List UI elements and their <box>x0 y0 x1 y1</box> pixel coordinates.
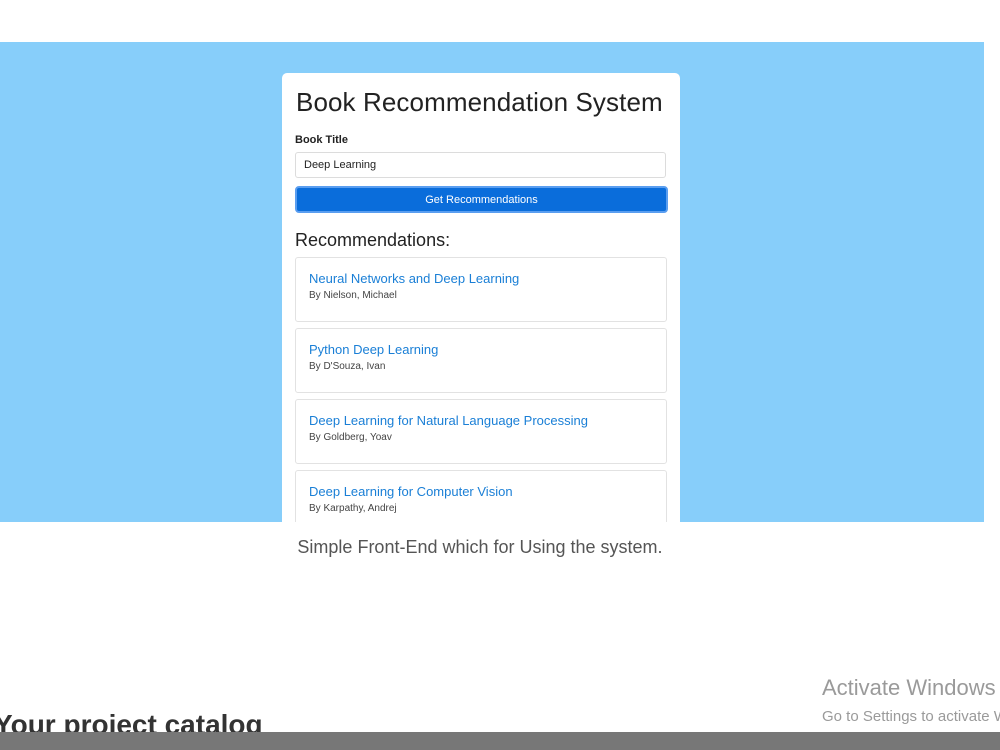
recommendation-author: By Goldberg, Yoav <box>309 432 392 443</box>
bottom-bar <box>0 732 1000 750</box>
recommendation-item: Deep Learning for Computer Vision By Kar… <box>295 470 667 522</box>
app-card: Book Recommendation System Book Title Ge… <box>282 73 680 522</box>
recommendation-title-link[interactable]: Neural Networks and Deep Learning <box>309 271 653 287</box>
recommendation-item: Python Deep Learning By D'Souza, Ivan <box>295 328 667 393</box>
recommendations-heading: Recommendations: <box>295 230 451 250</box>
watermark-subtitle: Go to Settings to activate Windows. <box>822 708 1000 725</box>
recommendation-title-link[interactable]: Python Deep Learning <box>309 342 653 358</box>
book-title-label: Book Title <box>295 134 348 146</box>
recommendation-title-link[interactable]: Deep Learning for Natural Language Proce… <box>309 413 653 429</box>
recommendation-item: Neural Networks and Deep Learning By Nie… <box>295 257 667 322</box>
screenshot-frame: Book Recommendation System Book Title Ge… <box>0 42 984 522</box>
figure-caption: Simple Front-End which for Using the sys… <box>297 537 663 557</box>
recommendation-item: Deep Learning for Natural Language Proce… <box>295 399 667 464</box>
recommendations-list: Neural Networks and Deep Learning By Nie… <box>295 257 667 522</box>
page-title: Book Recommendation System <box>296 87 663 117</box>
watermark-title: Activate Windows <box>822 675 996 700</box>
book-title-input[interactable] <box>295 152 666 178</box>
recommendation-author: By Karpathy, Andrej <box>309 503 397 514</box>
recommendation-author: By D'Souza, Ivan <box>309 361 386 372</box>
recommendation-title-link[interactable]: Deep Learning for Computer Vision <box>309 484 653 500</box>
recommendation-author: By Nielson, Michael <box>309 290 397 301</box>
get-recommendations-button[interactable]: Get Recommendations <box>295 186 668 213</box>
page: Book Recommendation System Book Title Ge… <box>0 0 1000 750</box>
activation-watermark: Activate Windows Go to Settings to activ… <box>822 674 1000 727</box>
